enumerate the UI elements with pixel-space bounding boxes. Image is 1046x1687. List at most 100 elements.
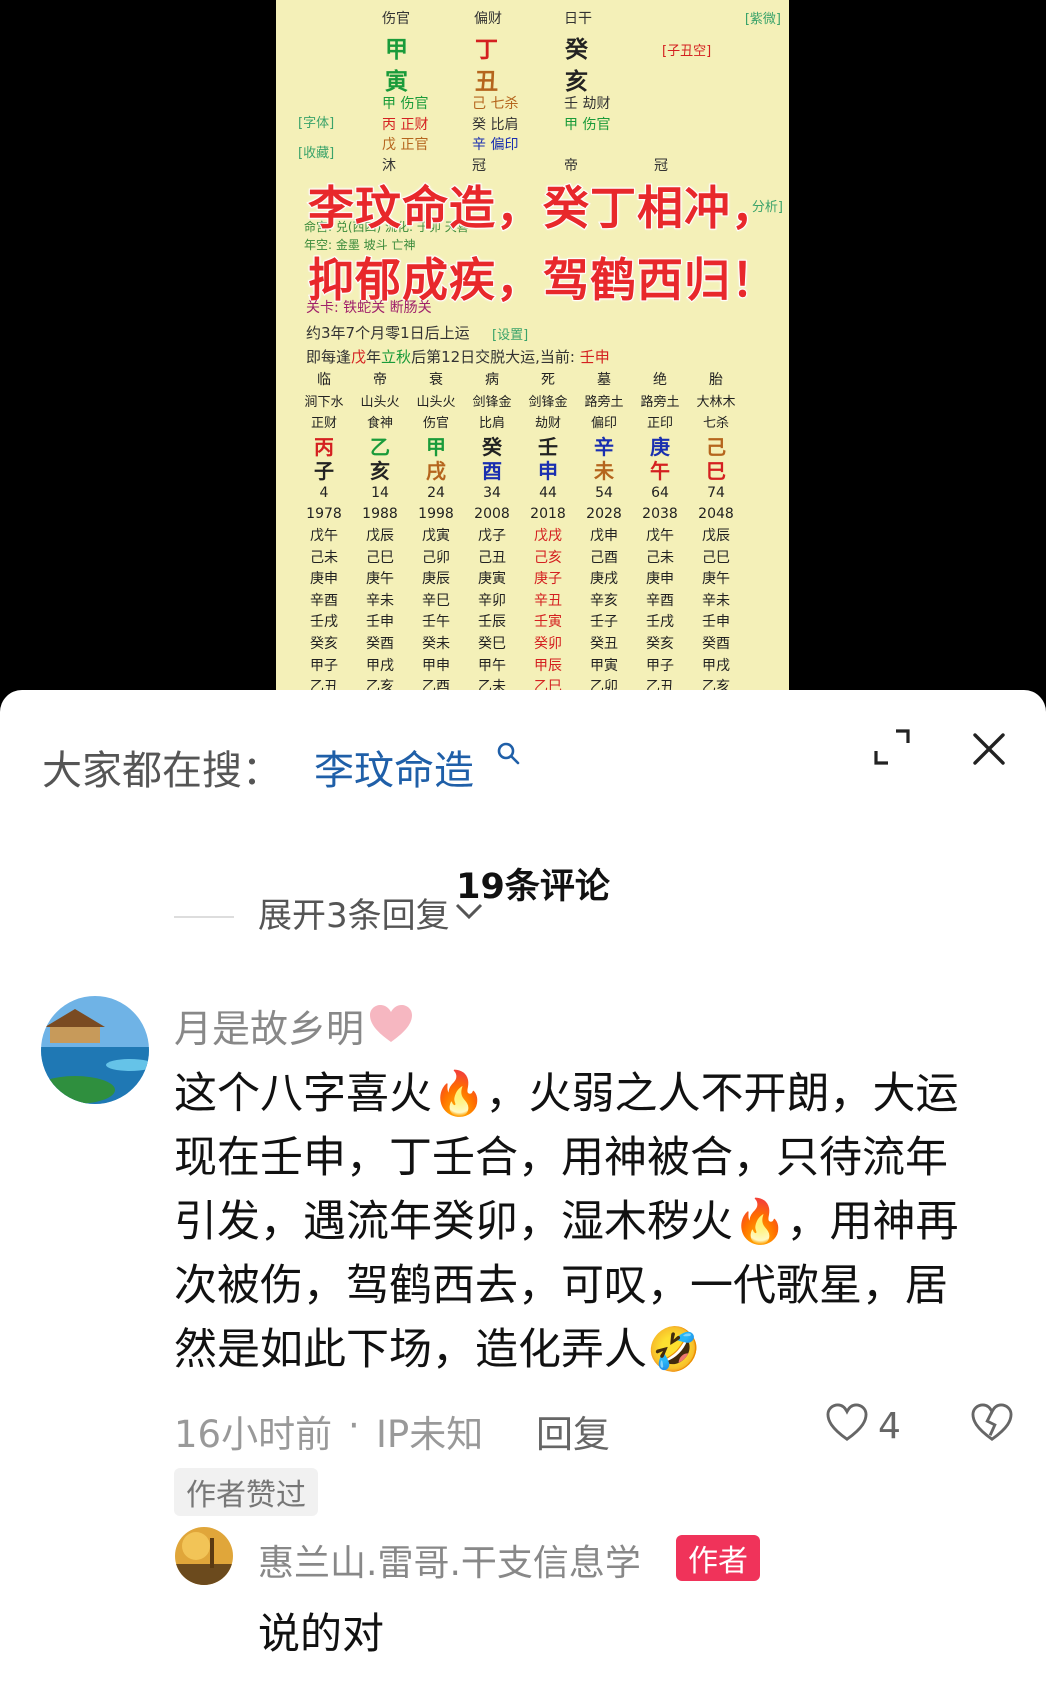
close-icon[interactable] [970, 730, 1008, 768]
like-count: 4 [878, 1406, 901, 1447]
tag-ziwei[interactable]: [紫微] [745, 8, 781, 27]
luck-year-ganzhi: 甲辰 [534, 657, 562, 674]
luck-year-ganzhi: 庚午 [366, 571, 394, 588]
heart-emoji-icon [370, 1005, 412, 1042]
luck-stage: 死 [541, 372, 555, 388]
tag-favorite[interactable]: [收藏] [298, 142, 334, 161]
header-col-2: 偏财 [474, 11, 502, 27]
luck-column: 临涧下水 正财丙子 4 1978 戊午 己未 庚申 辛酉 壬戌 癸亥 甲子 乙丑 [296, 370, 352, 690]
luck-year: 1998 [418, 506, 454, 523]
luck-year-ganzhi: 戊午 [310, 527, 338, 544]
luck-stem: 甲 [426, 434, 446, 459]
header-col-1: 伤官 [382, 11, 410, 27]
comment-username[interactable]: 月是故乡明 [174, 998, 364, 1053]
jiao-yun-wu: 戊 [351, 348, 367, 366]
luck-year-ganzhi: 戊午 [646, 527, 674, 544]
divider-line [174, 916, 234, 918]
luck-stem: 庚 [650, 434, 670, 459]
luck-year-ganzhi: 壬辰 [478, 614, 506, 631]
luck-god: 正财 [310, 416, 337, 432]
luck-stage: 临 [317, 372, 331, 388]
luck-year-ganzhi: 乙亥 [702, 679, 730, 690]
luck-year-ganzhi: 己巳 [366, 549, 394, 566]
comments-count-title: 19条评论 [456, 867, 610, 907]
luck-year-ganzhi: 癸丑 [590, 635, 618, 652]
luck-year-ganzhi: 庚申 [310, 571, 338, 588]
header-col-3: 日干 [564, 11, 592, 27]
luck-god: 正印 [646, 416, 673, 432]
luck-stem: 壬 [538, 434, 558, 459]
luck-column: 墓路旁土 偏印辛未 54 2028 戊申 己酉 庚戌 辛亥 壬子 癸丑 甲寅 乙卯 [576, 370, 632, 690]
luck-stem: 乙 [370, 434, 390, 459]
stem-year: 甲 [385, 37, 408, 63]
dislike-broken-heart-icon[interactable] [970, 1403, 1014, 1443]
luck-column: 胎大林木 七杀己巳 74 2048 戊辰 己巳 庚午 辛未 壬申 癸酉 甲戌 乙亥 [688, 370, 744, 690]
hidden-1-1: 甲 伤官 [382, 96, 429, 112]
luck-year-ganzhi: 庚戌 [590, 571, 618, 588]
luck-year-ganzhi: 戊辰 [366, 527, 394, 544]
jiao-yun-mid: 年 [366, 348, 382, 366]
luck-year-ganzhi: 戊子 [478, 527, 506, 544]
luck-god: 比肩 [478, 416, 505, 432]
luck-year: 1988 [362, 506, 398, 523]
jiao-yun-post: 后第12日交脱大运,当前: [411, 348, 580, 366]
branch-day: 亥 [565, 69, 588, 95]
jiao-yun-pre: 即每逢 [306, 348, 352, 366]
hidden-1-2: 丙 正财 [382, 117, 429, 133]
expand-replies-button[interactable]: 展开3条回复 [258, 894, 483, 940]
reply-button[interactable]: 回复 [536, 1404, 610, 1458]
reply-avatar[interactable] [174, 1526, 234, 1586]
start-luck: 约3年7个月零1日后上运 [306, 324, 470, 342]
tag-font[interactable]: [字体] [298, 112, 334, 131]
luck-age: 74 [707, 484, 725, 501]
luck-year-ganzhi: 甲申 [422, 657, 450, 674]
luck-column: 病剑锋金 比肩癸酉 34 2008 戊子 己丑 庚寅 辛卯 壬辰 癸巳 甲午 乙未 [464, 370, 520, 690]
luck-year-ganzhi: 壬戌 [310, 614, 338, 631]
guan-ka: 关卡: 铁蛇关 断肠关 [306, 300, 432, 316]
luck-age: 4 [319, 484, 329, 501]
luck-year-ganzhi: 戊寅 [422, 527, 450, 544]
luck-age: 34 [483, 484, 501, 501]
luck-year: 2008 [474, 506, 510, 523]
luck-stem: 癸 [482, 434, 502, 459]
luck-year-ganzhi: 己未 [310, 549, 338, 566]
luck-year-ganzhi: 甲子 [310, 657, 338, 674]
luck-year-ganzhi: 辛未 [366, 592, 394, 609]
stem-month: 丁 [475, 37, 498, 63]
luck-year-ganzhi: 乙酉 [422, 679, 450, 690]
search-suggestion-term[interactable]: 李玟命造 [314, 738, 474, 796]
luck-year-ganzhi: 庚子 [534, 571, 562, 588]
expand-icon[interactable] [872, 727, 912, 767]
luck-year-ganzhi: 己未 [646, 549, 674, 566]
tag-setting[interactable]: [设置] [492, 324, 528, 343]
avatar[interactable] [40, 995, 150, 1105]
luck-branch: 亥 [370, 458, 390, 483]
luck-year-ganzhi: 己卯 [422, 549, 450, 566]
luck-year-ganzhi: 戊辰 [702, 527, 730, 544]
comment-time: 16小时前 [174, 1413, 333, 1456]
luck-stem: 丙 [314, 434, 334, 459]
luck-branch: 子 [314, 458, 334, 483]
luck-year-ganzhi: 己亥 [534, 549, 562, 566]
search-icon[interactable] [495, 740, 521, 766]
luck-year-ganzhi: 庚寅 [478, 571, 506, 588]
luck-nayin: 剑锋金 [472, 394, 512, 410]
luck-age: 54 [595, 484, 613, 501]
luck-stem: 己 [706, 434, 726, 459]
luck-year-ganzhi: 癸巳 [478, 635, 506, 652]
luck-branch: 酉 [482, 458, 502, 483]
jiao-yun-liqiu: 立秋 [381, 348, 412, 366]
branch-year: 寅 [385, 69, 408, 95]
hidden-2-3: 辛 偏印 [472, 137, 519, 153]
luck-year-ganzhi: 己巳 [702, 549, 730, 566]
expand-replies-label: 展开3条回复 [258, 896, 450, 936]
luck-nayin: 剑锋金 [528, 394, 568, 410]
luck-age: 24 [427, 484, 445, 501]
overlay-title-line-1: 李玟命造，癸丁相冲， [307, 180, 778, 236]
reply-username[interactable]: 惠兰山.雷哥.干支信息学 [258, 1534, 641, 1586]
luck-year-ganzhi: 辛卯 [478, 592, 506, 609]
luck-year-ganzhi: 辛未 [702, 592, 730, 609]
video-player[interactable]: [紫微] 伤官 偏财 日干 甲 丁 癸 [子丑空] 寅 丑 亥 甲 伤官 丙 正… [0, 0, 1046, 690]
luck-year-ganzhi: 甲午 [478, 657, 506, 674]
like-heart-icon[interactable] [825, 1403, 869, 1443]
